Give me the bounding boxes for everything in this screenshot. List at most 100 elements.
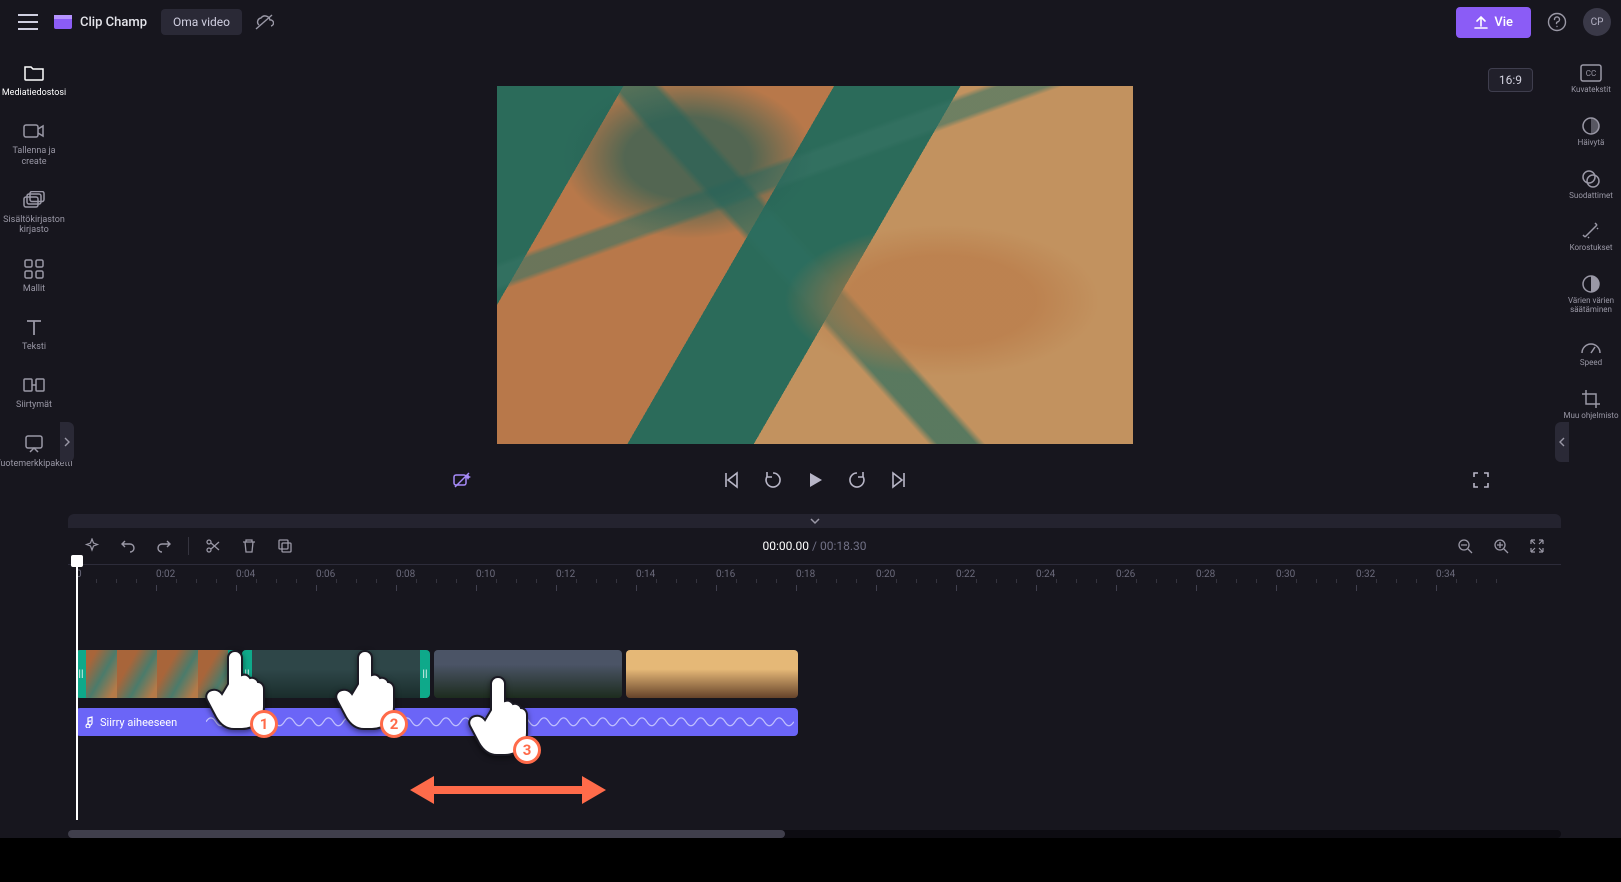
nav-media[interactable]: Mediatiedostosi xyxy=(4,54,64,106)
timeline-scrollbar[interactable] xyxy=(68,830,1561,838)
forward-button[interactable] xyxy=(839,462,875,498)
skip-next-icon xyxy=(890,471,908,489)
video-preview[interactable] xyxy=(497,86,1133,444)
audio-clip[interactable]: Siirry aiheeseen xyxy=(76,708,798,736)
sparkle-icon xyxy=(84,538,100,554)
undo-button[interactable] xyxy=(114,532,142,560)
audio-clip-label-wrap: Siirry aiheeseen xyxy=(82,716,177,729)
export-label: Vie xyxy=(1494,15,1513,30)
nav-library[interactable]: Sisältökirjaston kirjasto xyxy=(4,181,64,244)
auto-tool-button[interactable] xyxy=(78,532,106,560)
ruler-tick: 0 xyxy=(76,569,82,580)
ruler-tick: 0:14 xyxy=(636,569,655,580)
prop-filters[interactable]: Suodattimet xyxy=(1563,160,1619,209)
templates-icon xyxy=(24,258,44,280)
duplicate-button[interactable] xyxy=(271,532,299,560)
user-avatar[interactable]: CP xyxy=(1583,8,1611,36)
cc-icon: CC xyxy=(1580,62,1602,84)
scrollbar-thumb[interactable] xyxy=(68,830,785,838)
video-clip-2[interactable]: || || xyxy=(242,650,430,698)
undo-icon xyxy=(120,538,136,554)
ruler-tick: 0:18 xyxy=(796,569,815,580)
prop-effects[interactable]: Korostukset xyxy=(1563,212,1619,261)
prop-crop[interactable]: Muu ohjelmisto xyxy=(1563,380,1619,429)
playback-toolbar xyxy=(68,460,1561,500)
ruler-tick: 0:04 xyxy=(236,569,255,580)
zoom-out-icon xyxy=(1457,538,1473,554)
clip-handle-right[interactable]: || xyxy=(420,650,430,698)
folder-icon xyxy=(23,62,45,84)
rewind-icon xyxy=(763,470,783,490)
ruler-tick: 0:28 xyxy=(1196,569,1215,580)
nav-text[interactable]: Teksti xyxy=(4,308,64,360)
menu-button[interactable] xyxy=(10,4,46,40)
right-sidebar: CC Kuvatekstit Häivytä Suodattimet Koros… xyxy=(1561,44,1621,882)
library-icon xyxy=(23,189,45,211)
play-button[interactable] xyxy=(797,462,833,498)
nav-templates[interactable]: Mallit xyxy=(4,250,64,302)
video-clip-4[interactable] xyxy=(626,650,798,698)
clip-handle-left[interactable]: || xyxy=(242,650,252,698)
ruler-tick: 0:12 xyxy=(556,569,575,580)
svg-text:CC: CC xyxy=(1586,69,1596,78)
left-sidebar: Mediatiedostosi Tallenna ja create Sisäl… xyxy=(0,44,68,882)
video-clip-3[interactable] xyxy=(434,650,622,698)
prev-clip-button[interactable] xyxy=(713,462,749,498)
timeline-collapse-handle[interactable] xyxy=(68,514,1561,528)
timeline-toolbar: 00:00.00 / 00:18.30 xyxy=(68,528,1561,564)
prop-captions[interactable]: CC Kuvatekstit xyxy=(1563,54,1619,103)
ruler-tick: 0:30 xyxy=(1276,569,1295,580)
clip-handle-left[interactable]: || xyxy=(76,650,86,698)
top-bar: Clip Champ Oma video Vie CP xyxy=(0,0,1621,44)
scissors-icon xyxy=(205,538,221,554)
skip-prev-icon xyxy=(722,471,740,489)
timeline-zoom xyxy=(1451,532,1551,560)
chevron-down-icon xyxy=(809,517,821,525)
rewind-button[interactable] xyxy=(755,462,791,498)
ruler-tick: 0:24 xyxy=(1036,569,1055,580)
ruler-tick: 0:06 xyxy=(316,569,335,580)
split-button[interactable] xyxy=(199,532,227,560)
ruler-tick: 0:34 xyxy=(1436,569,1455,580)
contrast-icon xyxy=(1581,273,1601,295)
trash-icon xyxy=(241,538,257,554)
ruler-tick: 0:16 xyxy=(716,569,735,580)
zoom-out-button[interactable] xyxy=(1451,532,1479,560)
help-icon xyxy=(1547,12,1567,32)
audio-clip-label: Siirry aiheeseen xyxy=(100,716,177,729)
zoom-in-icon xyxy=(1493,538,1509,554)
timeline-tracks[interactable]: || || || || Siirry aiheeseen xyxy=(68,590,1561,822)
redo-button[interactable] xyxy=(150,532,178,560)
redo-icon xyxy=(156,538,172,554)
timeline-ruler[interactable]: 00:020:040:060:080:100:120:140:160:180:2… xyxy=(68,564,1561,590)
delete-button[interactable] xyxy=(235,532,263,560)
prop-speed[interactable]: Speed xyxy=(1563,327,1619,376)
auto-effects-button[interactable] xyxy=(444,462,480,498)
ruler-ticks: 00:020:040:060:080:100:120:140:160:180:2… xyxy=(68,565,1561,590)
zoom-fit-icon xyxy=(1529,538,1545,554)
nav-record[interactable]: Tallenna ja create xyxy=(4,112,64,175)
prop-fade[interactable]: Häivytä xyxy=(1563,107,1619,156)
music-note-icon xyxy=(82,716,94,728)
prop-colors[interactable]: Värien värien säätäminen xyxy=(1563,265,1619,323)
project-title[interactable]: Oma video xyxy=(161,9,242,35)
wand-icon xyxy=(1581,220,1601,242)
zoom-in-button[interactable] xyxy=(1487,532,1515,560)
ruler-tick: 0:02 xyxy=(156,569,175,580)
nav-transitions[interactable]: Siirtymät xyxy=(4,366,64,418)
clip-handle-right[interactable]: || xyxy=(228,650,238,698)
help-button[interactable] xyxy=(1541,6,1573,38)
next-clip-button[interactable] xyxy=(881,462,917,498)
aspect-ratio-selector[interactable]: 16:9 xyxy=(1488,68,1533,92)
export-button[interactable]: Vie xyxy=(1456,7,1531,38)
fullscreen-button[interactable] xyxy=(1463,462,1499,498)
transition-icon xyxy=(23,374,45,396)
text-icon xyxy=(25,316,43,338)
zoom-fit-button[interactable] xyxy=(1523,532,1551,560)
nav-brand[interactable]: Tuotemerkkipaketti xyxy=(4,425,64,477)
ruler-tick: 0:20 xyxy=(876,569,895,580)
ruler-tick: 0:32 xyxy=(1356,569,1375,580)
video-clip-1[interactable]: || || xyxy=(76,650,238,698)
app-name: Clip Champ xyxy=(80,15,147,30)
cloud-off-icon xyxy=(254,13,274,31)
